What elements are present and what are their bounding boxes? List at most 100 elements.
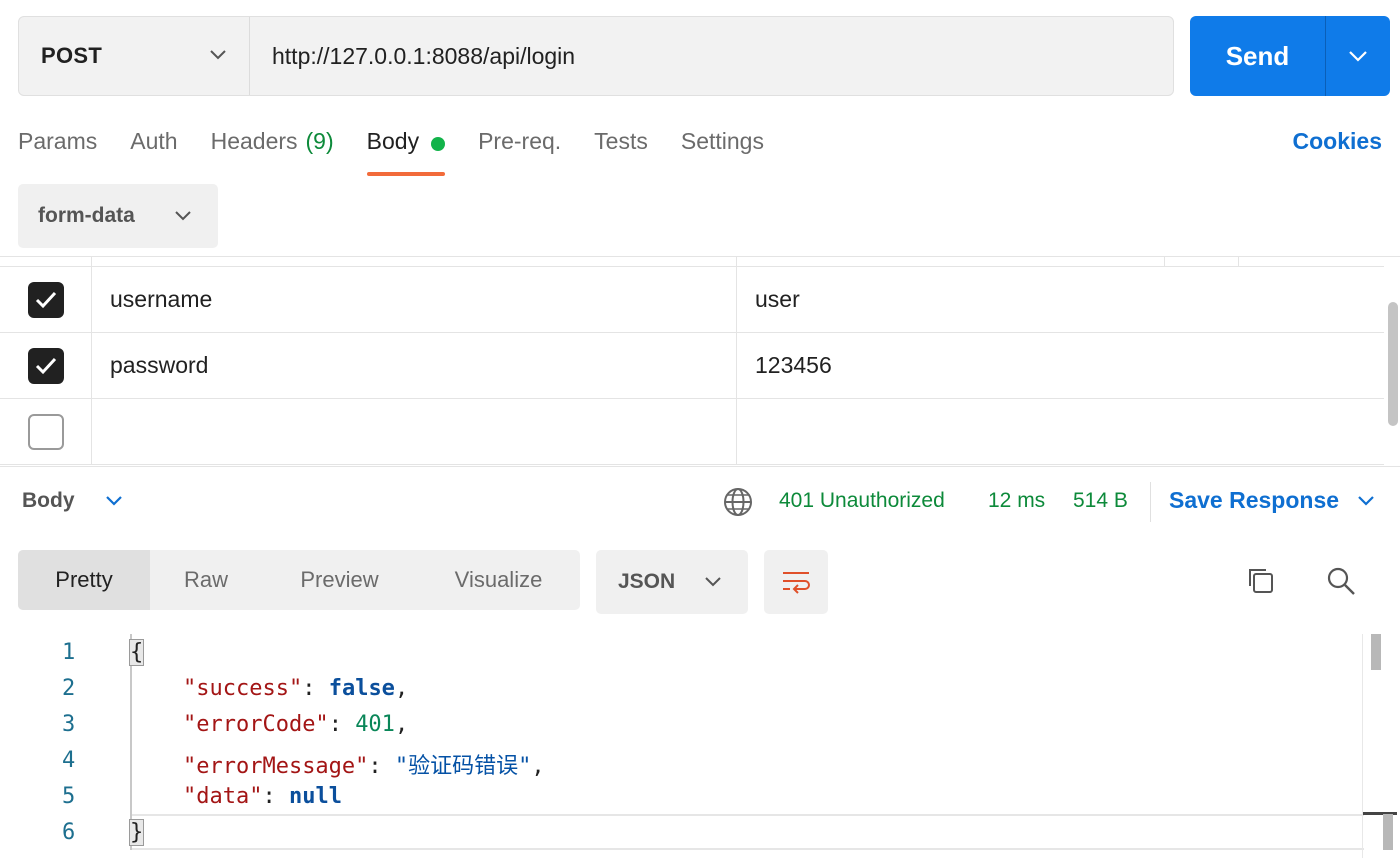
column-divider <box>1238 257 1239 266</box>
search-icon[interactable] <box>1324 564 1358 598</box>
code-line: "data": null <box>182 784 342 809</box>
response-size[interactable]: 514 B <box>1073 489 1128 513</box>
json-key: "errorCode" <box>182 712 329 737</box>
row-enabled-checkbox[interactable] <box>27 347 64 384</box>
request-url-bar: POST http://127.0.0.1:8088/api/login <box>18 16 1174 96</box>
gutter-border <box>130 634 132 850</box>
tab-label: Tests <box>594 128 648 154</box>
checkmark-icon <box>35 357 56 374</box>
cookies-link[interactable]: Cookies <box>1293 128 1382 155</box>
send-button-group: Send <box>1190 16 1390 96</box>
json-brace: } <box>128 819 145 846</box>
save-response-button[interactable]: Save Response <box>1169 487 1375 514</box>
json-brace: { <box>128 639 145 666</box>
chevron-down-icon <box>705 577 721 587</box>
value-input[interactable] <box>737 399 1384 464</box>
tab-visualize[interactable]: Visualize <box>417 550 580 610</box>
code-line: "errorMessage": "验证码错误", <box>182 754 545 779</box>
tab-label: Params <box>18 128 98 154</box>
checkbox-cell <box>0 267 92 332</box>
pane-divider[interactable] <box>0 466 1400 467</box>
wrap-lines-button[interactable] <box>764 550 828 614</box>
tab-tests[interactable]: Tests <box>594 126 648 176</box>
line-number: 5 <box>62 784 76 809</box>
tab-label: Headers <box>210 128 298 154</box>
method-select[interactable]: POST <box>19 17 250 95</box>
tab-label: Auth <box>130 128 178 154</box>
key-input[interactable]: username <box>92 267 737 332</box>
response-status[interactable]: 401 Unauthorized <box>779 489 945 513</box>
table-row: username user <box>0 267 1384 333</box>
value-input[interactable]: 123456 <box>737 333 1384 398</box>
table-row: password 123456 <box>0 333 1384 399</box>
json-key: "errorMessage" <box>182 754 369 779</box>
divider <box>1150 482 1151 522</box>
line-number: 6 <box>62 820 76 845</box>
table-scrollbar[interactable] <box>1388 266 1398 462</box>
json-value: "验证码错误" <box>394 754 532 779</box>
response-section-select[interactable]: Body <box>22 489 123 513</box>
json-key: "data" <box>182 784 263 809</box>
headers-count-badge: (9) <box>305 128 334 154</box>
code-line: { <box>128 639 145 666</box>
key-input[interactable]: password <box>92 333 737 398</box>
checkbox-cell <box>0 399 92 464</box>
save-response-label: Save Response <box>1169 487 1340 513</box>
tab-headers[interactable]: Headers (9) <box>211 126 334 176</box>
body-type-label: form-data <box>38 204 135 227</box>
body-type-select[interactable]: form-data <box>18 184 218 248</box>
tab-settings[interactable]: Settings <box>681 126 764 176</box>
format-select[interactable]: JSON <box>596 550 748 614</box>
code-scrollbar[interactable] <box>1362 634 1400 858</box>
copy-icon[interactable] <box>1244 564 1278 598</box>
json-value: 401 <box>355 712 395 737</box>
code-line: "errorCode": 401, <box>182 712 409 737</box>
globe-icon[interactable] <box>722 486 754 518</box>
format-label: JSON <box>618 570 676 593</box>
tab-preview[interactable]: Preview <box>262 550 417 610</box>
request-tabs: Params Auth Headers (9) Body Pre-req. Tes… <box>18 126 797 176</box>
value-input[interactable]: user <box>737 267 1384 332</box>
key-input[interactable] <box>92 399 737 464</box>
response-time[interactable]: 12 ms <box>988 489 1045 513</box>
line-number: 3 <box>62 712 76 737</box>
row-enabled-checkbox[interactable] <box>27 413 64 450</box>
scrollbar-thumb[interactable] <box>1371 634 1381 670</box>
response-section-label: Body <box>22 489 75 512</box>
json-key: "success" <box>182 676 303 701</box>
send-button[interactable]: Send <box>1190 16 1325 96</box>
json-value: null <box>288 784 342 809</box>
json-value: false <box>328 676 395 701</box>
chevron-down-icon <box>1349 51 1367 62</box>
checkmark-icon <box>35 291 56 308</box>
tab-label: Settings <box>680 128 764 154</box>
wrap-lines-icon <box>783 572 810 594</box>
tab-pretty[interactable]: Pretty <box>18 550 150 610</box>
tab-body[interactable]: Body <box>366 126 446 176</box>
chevron-down-icon <box>210 50 226 60</box>
scrollbar-thumb[interactable] <box>1388 302 1398 426</box>
tab-label: Body <box>366 128 420 154</box>
column-divider <box>91 257 92 266</box>
line-number: 2 <box>62 676 76 701</box>
tab-raw[interactable]: Raw <box>150 550 262 610</box>
row-enabled-checkbox[interactable] <box>27 281 64 318</box>
current-line-highlight <box>130 814 1364 850</box>
url-input[interactable]: http://127.0.0.1:8088/api/login <box>250 17 1173 95</box>
tab-label: Pre-req. <box>478 128 562 154</box>
line-number: 1 <box>62 640 76 665</box>
chevron-down-icon <box>1358 495 1374 506</box>
tab-prereq[interactable]: Pre-req. <box>478 126 561 176</box>
chevron-down-icon <box>175 211 191 221</box>
column-divider <box>1164 257 1165 266</box>
code-line: } <box>128 819 145 846</box>
method-label: POST <box>41 43 103 68</box>
tab-params[interactable]: Params <box>18 126 97 176</box>
response-code-viewer[interactable]: 1 2 3 4 5 6 { "success": false, "errorCo… <box>0 634 1400 858</box>
table-top-border <box>0 256 1400 257</box>
body-modified-indicator <box>431 137 446 151</box>
tab-auth[interactable]: Auth <box>130 126 177 176</box>
column-divider <box>736 257 737 266</box>
scrollbar-thumb[interactable] <box>1383 814 1393 850</box>
send-options-button[interactable] <box>1325 16 1390 96</box>
